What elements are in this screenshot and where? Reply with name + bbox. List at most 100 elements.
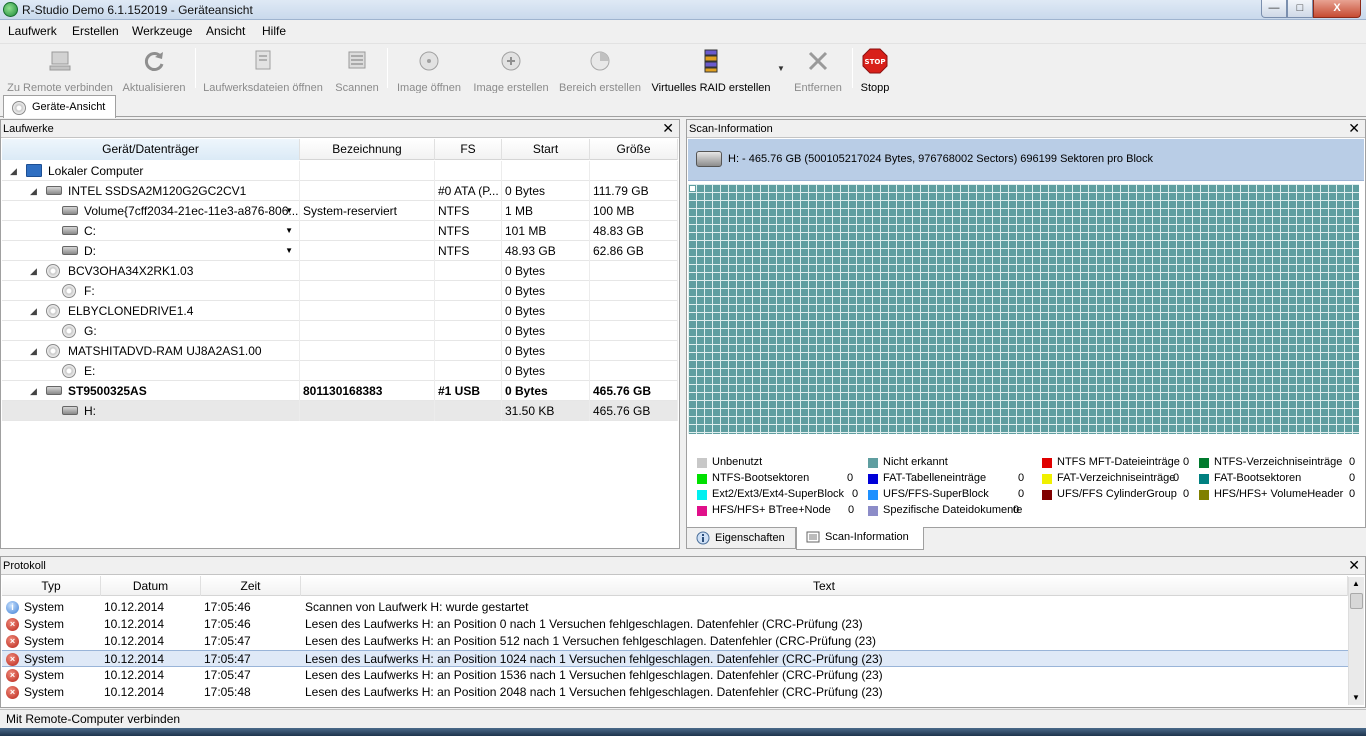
close-icon[interactable]: ✕: [1348, 557, 1360, 574]
stop-icon: STOP: [862, 48, 888, 74]
optical-drive-icon: [46, 344, 60, 358]
drive-row[interactable]: Volume{7cff2034-21ec-11e3-a876-806... ▼ Sy…: [2, 201, 678, 221]
create-region-button[interactable]: Bereich erstellen: [557, 46, 643, 94]
create-image-button[interactable]: Image erstellen: [470, 46, 552, 94]
drive-name-cell: H:: [2, 401, 300, 421]
protocol-scrollbar[interactable]: ▲ ▼: [1348, 577, 1364, 705]
tree-expand-icon[interactable]: ◢: [10, 161, 17, 181]
tree-expand-icon[interactable]: ◢: [30, 381, 37, 401]
refresh-icon: [144, 52, 164, 71]
drive-row[interactable]: C: ▼ NTFS 101 MB 48.83 GB: [2, 221, 678, 241]
legend-swatch: [1199, 458, 1209, 468]
menu-werkzeuge[interactable]: Werkzeuge: [132, 24, 192, 38]
drive-row[interactable]: D: ▼ NTFS 48.93 GB 62.86 GB: [2, 241, 678, 261]
drive-row[interactable]: ◢ MATSHITADVD-RAM UJ8A2AS1.00 0 Bytes: [2, 341, 678, 361]
scan-info-panel-header: Scan-Information ✕: [687, 120, 1365, 138]
chevron-down-icon[interactable]: ▼: [285, 241, 293, 261]
close-button[interactable]: X: [1313, 0, 1361, 18]
scanner-icon: [348, 51, 366, 69]
drive-row[interactable]: ◢ INTEL SSDSA2M120G2GC2CV1 #0 ATA (P... 0 B…: [2, 181, 678, 201]
chevron-down-icon[interactable]: ▼: [777, 64, 785, 73]
tab-scan-information[interactable]: Scan-Information: [796, 527, 924, 550]
log-row[interactable]: i System 10.12.2014 17:05:46 Scannen von Lau…: [2, 599, 1348, 616]
log-row[interactable]: × System 10.12.2014 17:05:48 Lesen des Laufw…: [2, 684, 1348, 701]
refresh-button[interactable]: Aktualisieren: [120, 46, 188, 94]
drive-label-cell: [300, 401, 435, 421]
tab-properties[interactable]: Eigenschaften: [686, 527, 796, 549]
scroll-thumb[interactable]: [1350, 593, 1363, 609]
drive-row[interactable]: G: 0 Bytes: [2, 321, 678, 341]
drive-row[interactable]: E: 0 Bytes: [2, 361, 678, 381]
open-image-button[interactable]: Image öffnen: [392, 46, 466, 94]
column-size[interactable]: Größe: [590, 139, 678, 160]
column-type[interactable]: Typ: [2, 576, 101, 596]
title-bar: R-Studio Demo 6.1.152019 - Geräteansicht…: [0, 0, 1366, 20]
properties-icon: [696, 531, 710, 545]
drive-size-cell: 62.86 GB: [590, 241, 678, 261]
column-date[interactable]: Datum: [101, 576, 201, 596]
drive-name-cell: ◢ INTEL SSDSA2M120G2GC2CV1: [2, 181, 300, 201]
create-virtual-raid-button[interactable]: Virtuelles RAID erstellen: [648, 46, 774, 94]
legend-swatch: [697, 506, 707, 516]
log-text-cell: Lesen des Laufwerks H: an Position 2048 …: [305, 685, 883, 699]
close-icon[interactable]: ✕: [662, 120, 674, 137]
drive-name-cell: ◢ MATSHITADVD-RAM UJ8A2AS1.00: [2, 341, 300, 361]
tree-expand-icon[interactable]: ◢: [30, 341, 37, 361]
drive-row[interactable]: H: 31.50 KB 465.76 GB: [2, 401, 678, 421]
menu-erstellen[interactable]: Erstellen: [72, 24, 119, 38]
tab-device-view[interactable]: Geräte-Ansicht: [3, 95, 116, 118]
column-start[interactable]: Start: [502, 139, 590, 160]
drive-row[interactable]: ◢ ELBYCLONEDRIVE1.4 0 Bytes: [2, 301, 678, 321]
scan-block-map[interactable]: [688, 184, 1359, 434]
toolbar-separator: [387, 48, 388, 88]
log-row[interactable]: × System 10.12.2014 17:05:47 Lesen des Laufw…: [2, 650, 1348, 667]
drive-start-cell: 0 Bytes: [502, 301, 590, 321]
drive-start-cell: 0 Bytes: [502, 381, 590, 401]
optical-drive-icon: [62, 364, 76, 378]
log-row[interactable]: × System 10.12.2014 17:05:47 Lesen des Laufw…: [2, 633, 1348, 650]
drive-row[interactable]: F: 0 Bytes: [2, 281, 678, 301]
column-label[interactable]: Bezeichnung: [300, 139, 435, 160]
chevron-down-icon[interactable]: ▼: [285, 201, 293, 221]
protocol-panel-header: Protokoll ✕: [1, 557, 1365, 575]
log-row[interactable]: × System 10.12.2014 17:05:46 Lesen des Laufw…: [2, 616, 1348, 633]
protocol-panel: Protokoll ✕ Typ Datum Zeit Text i System 1…: [0, 556, 1366, 708]
drive-name: F:: [84, 284, 95, 298]
status-text: Mit Remote-Computer verbinden: [6, 712, 181, 726]
column-text[interactable]: Text: [301, 576, 1348, 596]
legend-label: UFS/FFS-SuperBlock: [883, 488, 989, 500]
scroll-down-icon[interactable]: ▼: [1352, 693, 1360, 702]
scan-button[interactable]: Scannen: [332, 46, 382, 94]
window-title: R-Studio Demo 6.1.152019 - Geräteansicht: [22, 3, 253, 17]
tree-expand-icon[interactable]: ◢: [30, 261, 37, 281]
tree-expand-icon[interactable]: ◢: [30, 301, 37, 321]
column-device[interactable]: Gerät/Datenträger: [2, 139, 300, 160]
drive-row[interactable]: ◢ ST9500325AS 801130168383 #1 USB 0 Bytes 465…: [2, 381, 678, 401]
drive-row[interactable]: ◢ Lokaler Computer: [2, 161, 678, 181]
open-drive-files-button[interactable]: Laufwerksdateien öffnen: [200, 46, 326, 94]
drive-row[interactable]: ◢ BCV3OHA34X2RK1.03 0 Bytes: [2, 261, 678, 281]
drive-size-cell: [590, 301, 678, 321]
minimize-button[interactable]: —: [1261, 0, 1287, 18]
remove-button[interactable]: Entfernen: [788, 46, 848, 94]
log-date-cell: 10.12.2014: [104, 668, 165, 682]
column-fs[interactable]: FS: [435, 139, 502, 160]
taskbar: [0, 728, 1366, 736]
drive-name-cell: ◢ Lokaler Computer: [2, 161, 300, 181]
stop-button[interactable]: STOP Stopp: [856, 46, 894, 94]
scroll-up-icon[interactable]: ▲: [1352, 579, 1360, 588]
chevron-down-icon[interactable]: ▼: [285, 221, 293, 241]
close-icon[interactable]: ✕: [1348, 120, 1360, 137]
tree-expand-icon[interactable]: ◢: [30, 181, 37, 201]
menu-ansicht[interactable]: Ansicht: [206, 24, 245, 38]
connect-remote-button[interactable]: Zu Remote verbinden: [4, 46, 116, 94]
menu-laufwerk[interactable]: Laufwerk: [8, 24, 57, 38]
column-time[interactable]: Zeit: [201, 576, 301, 596]
legend-swatch: [1042, 458, 1052, 468]
maximize-button[interactable]: □: [1287, 0, 1313, 18]
log-row[interactable]: × System 10.12.2014 17:05:47 Lesen des Laufw…: [2, 667, 1348, 684]
drive-size-cell: [590, 261, 678, 281]
menu-hilfe[interactable]: Hilfe: [262, 24, 286, 38]
legend-label: FAT-Tabelleneinträge: [883, 472, 987, 484]
scan-info-icon: [806, 531, 820, 543]
